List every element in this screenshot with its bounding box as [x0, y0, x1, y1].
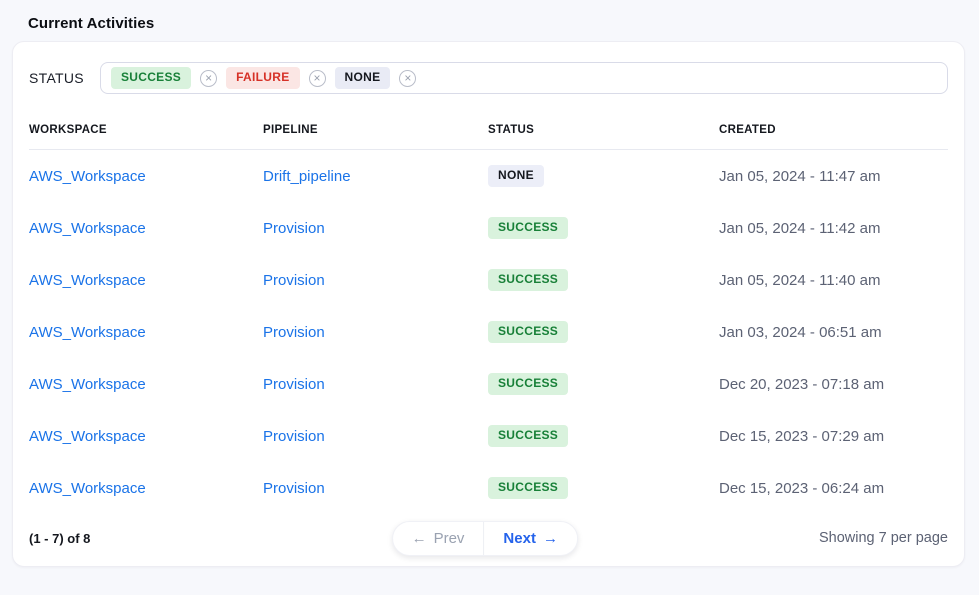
pagination-range: (1 - 7) of 8: [29, 531, 90, 546]
pipeline-link[interactable]: Provision: [263, 220, 325, 237]
remove-success-chip-icon[interactable]: ×: [200, 70, 217, 87]
col-header-workspace: WORKSPACE: [29, 124, 263, 136]
status-badge: SUCCESS: [488, 425, 568, 446]
workspace-link[interactable]: AWS_Workspace: [29, 272, 146, 289]
remove-none-chip-icon[interactable]: ×: [399, 70, 416, 87]
pipeline-link[interactable]: Provision: [263, 428, 325, 445]
workspace-link[interactable]: AWS_Workspace: [29, 324, 146, 341]
table-row: AWS_Workspace Provision SUCCESS Jan 03, …: [29, 306, 948, 358]
created-timestamp: Jan 03, 2024 - 06:51 am: [719, 324, 948, 341]
table-row: AWS_Workspace Drift_pipeline NONE Jan 05…: [29, 150, 948, 202]
next-page-button[interactable]: Next →: [484, 522, 577, 555]
pipeline-link[interactable]: Drift_pipeline: [263, 168, 351, 185]
created-timestamp: Jan 05, 2024 - 11:47 am: [719, 168, 948, 185]
prev-page-button[interactable]: ← Prev: [393, 522, 485, 555]
pipeline-link[interactable]: Provision: [263, 324, 325, 341]
filter-chip-none: NONE: [335, 67, 391, 88]
next-button-label: Next: [503, 530, 536, 547]
workspace-link[interactable]: AWS_Workspace: [29, 376, 146, 393]
created-timestamp: Dec 15, 2023 - 07:29 am: [719, 428, 948, 445]
table-footer: (1 - 7) of 8 ← Prev Next → Showing 7 per…: [13, 514, 964, 566]
remove-failure-chip-icon[interactable]: ×: [309, 70, 326, 87]
created-timestamp: Jan 05, 2024 - 11:40 am: [719, 272, 948, 289]
table-row: AWS_Workspace Provision SUCCESS Dec 20, …: [29, 358, 948, 410]
col-header-pipeline: PIPELINE: [263, 124, 488, 136]
table-row: AWS_Workspace Provision SUCCESS Dec 15, …: [29, 462, 948, 514]
status-badge: SUCCESS: [488, 373, 568, 394]
created-timestamp: Jan 05, 2024 - 11:42 am: [719, 220, 948, 237]
arrow-left-icon: ←: [412, 530, 427, 547]
pagination-control: ← Prev Next →: [392, 521, 578, 556]
status-badge: NONE: [488, 165, 544, 186]
table-row: AWS_Workspace Provision SUCCESS Dec 15, …: [29, 410, 948, 462]
activities-card: STATUS SUCCESS × FAILURE × NONE × WORKSP…: [12, 41, 965, 567]
status-badge: SUCCESS: [488, 321, 568, 342]
status-filter-row: STATUS SUCCESS × FAILURE × NONE ×: [13, 42, 964, 110]
table-row: AWS_Workspace Provision SUCCESS Jan 05, …: [29, 254, 948, 306]
activities-table: WORKSPACE PIPELINE STATUS CREATED AWS_Wo…: [13, 110, 964, 514]
workspace-link[interactable]: AWS_Workspace: [29, 428, 146, 445]
pipeline-link[interactable]: Provision: [263, 376, 325, 393]
created-timestamp: Dec 15, 2023 - 06:24 am: [719, 480, 948, 497]
filter-chip-failure: FAILURE: [226, 67, 299, 88]
table-row: AWS_Workspace Provision SUCCESS Jan 05, …: [29, 202, 948, 254]
pipeline-link[interactable]: Provision: [263, 480, 325, 497]
status-badge: SUCCESS: [488, 217, 568, 238]
per-page-text: Showing 7 per page: [819, 530, 948, 546]
table-header-row: WORKSPACE PIPELINE STATUS CREATED: [29, 110, 948, 150]
filter-chip-success: SUCCESS: [111, 67, 191, 88]
status-badge: SUCCESS: [488, 269, 568, 290]
prev-button-label: Prev: [434, 530, 465, 547]
workspace-link[interactable]: AWS_Workspace: [29, 480, 146, 497]
status-filter-label: STATUS: [29, 70, 84, 86]
status-filter-input[interactable]: SUCCESS × FAILURE × NONE ×: [100, 62, 948, 94]
col-header-created: CREATED: [719, 124, 948, 136]
current-activities-page: Current Activities STATUS SUCCESS × FAIL…: [0, 0, 979, 595]
workspace-link[interactable]: AWS_Workspace: [29, 168, 146, 185]
page-title: Current Activities: [0, 0, 979, 32]
workspace-link[interactable]: AWS_Workspace: [29, 220, 146, 237]
created-timestamp: Dec 20, 2023 - 07:18 am: [719, 376, 948, 393]
col-header-status: STATUS: [488, 124, 719, 136]
pipeline-link[interactable]: Provision: [263, 272, 325, 289]
status-badge: SUCCESS: [488, 477, 568, 498]
arrow-right-icon: →: [543, 530, 558, 547]
